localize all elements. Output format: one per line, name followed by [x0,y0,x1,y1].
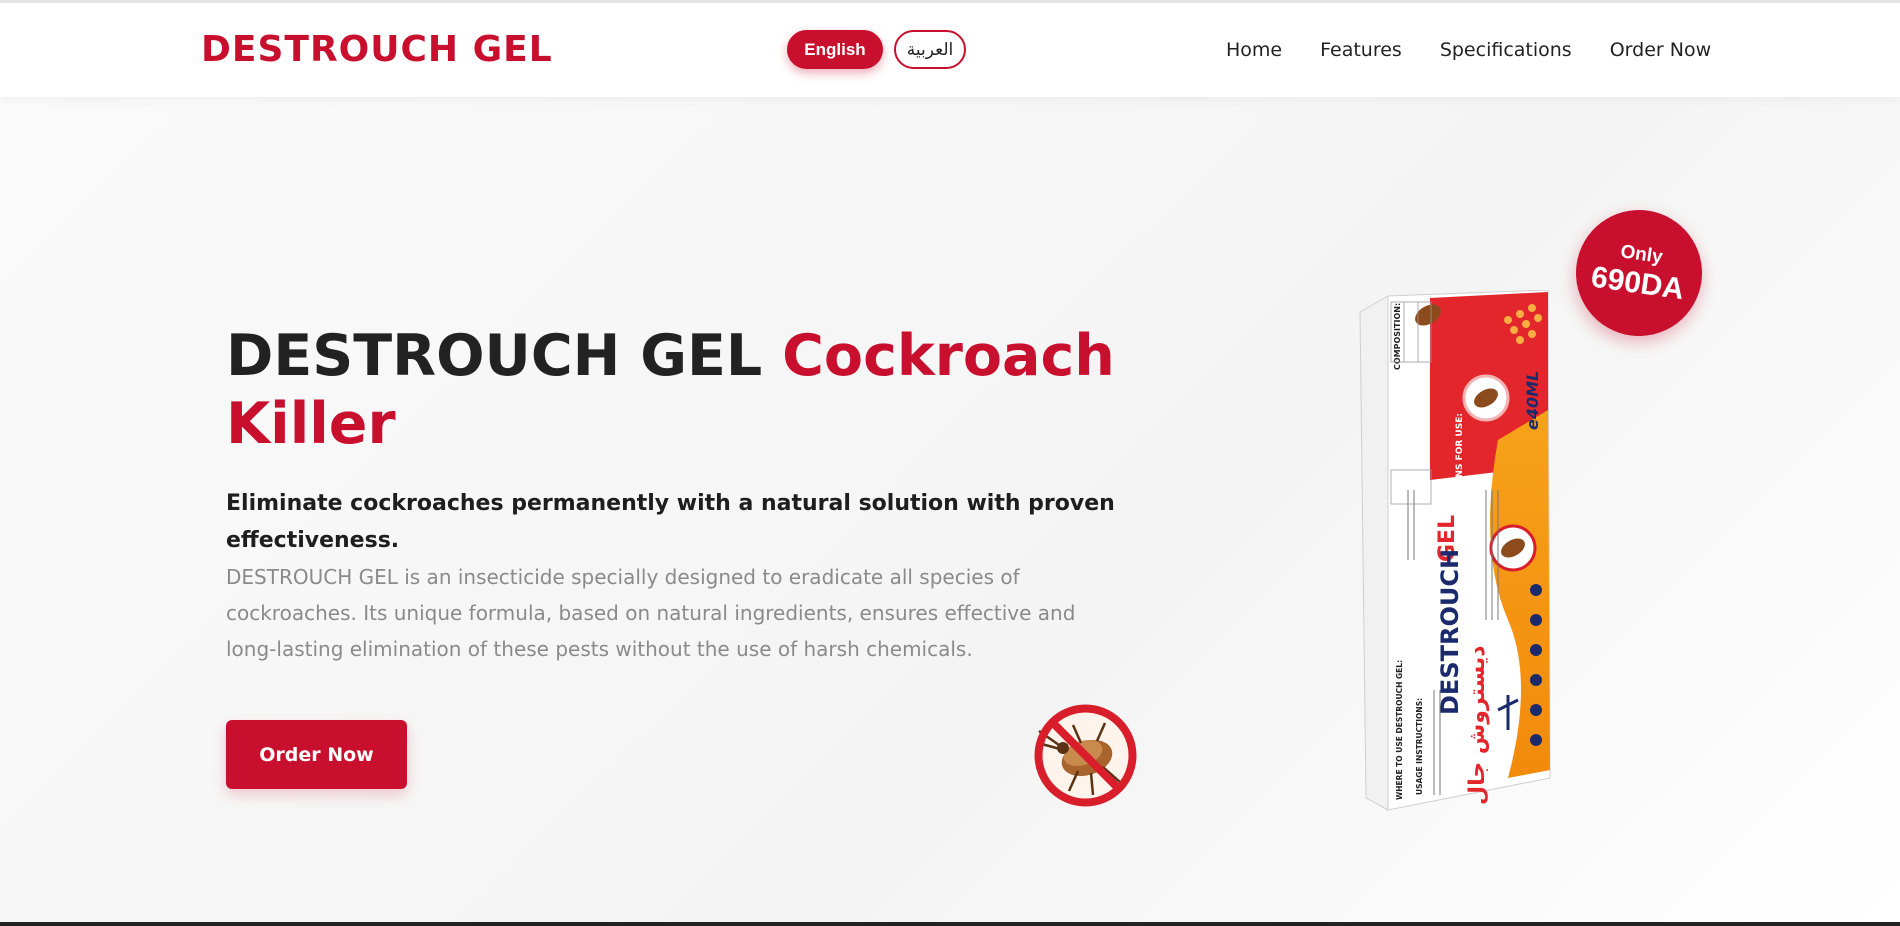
product-usage-label: USAGE INSTRUCTIONS: [1415,698,1424,795]
language-arabic-button[interactable]: العربية [894,30,966,69]
product-subtitle-label: COCKRAOCH KILLER [1466,477,1477,590]
product-box-image: COMPOSITION: PRECAUTIONS FOR USE: GEL CO… [1359,290,1551,811]
main-nav: Home Features Specifications Order Now [1226,39,1711,61]
language-english-button[interactable]: English [787,30,883,69]
order-now-button[interactable]: Order Now [226,720,407,789]
product-volume-label: e40ML [1523,371,1542,430]
product-brand-arabic: ديستروش جال [1465,646,1490,806]
no-cockroach-icon [1034,704,1137,807]
nav-home-link[interactable]: Home [1226,39,1282,61]
nav-features-link[interactable]: Features [1320,39,1402,61]
site-header: DESTROUCH GEL English العربية Home Featu… [0,3,1900,97]
hero-title-plain: DESTROUCH GEL [226,323,783,389]
product-composition-label: COMPOSITION: [1393,303,1402,370]
nav-specifications-link[interactable]: Specifications [1440,39,1572,61]
product-where-label: WHERE TO USE DESTROUCH GEL: [1395,660,1404,800]
price-badge-value: 690DA [1588,260,1687,307]
hero-description: DESTROUCH GEL is an insecticide speciall… [226,565,1076,661]
hero-title: DESTROUCH GEL Cockroach Killer [226,322,1126,458]
nav-order-now-link[interactable]: Order Now [1610,39,1711,61]
hero-subtitle: Eliminate cockroaches permanently with a… [226,491,1115,553]
bottom-border [0,922,1900,926]
brand-logo[interactable]: DESTROUCH GEL [201,29,553,70]
